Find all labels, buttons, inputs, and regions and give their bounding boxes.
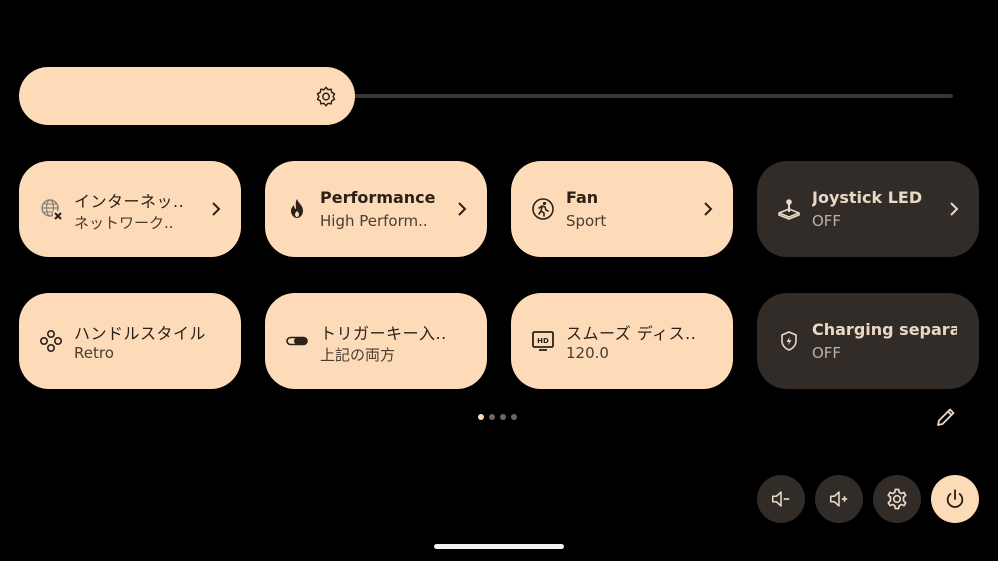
tile-label: トリガーキー入.. — [320, 324, 447, 343]
power-icon — [946, 489, 964, 508]
hd-display-icon: HD — [531, 329, 555, 353]
tile-handle-style[interactable]: ハンドルスタイル Retro — [19, 293, 241, 389]
trigger-key-icon — [285, 329, 309, 353]
tile-label: インターネッ.. — [74, 192, 185, 211]
tile-performance[interactable]: Performance High Perform.. — [265, 161, 487, 257]
tile-smooth-display[interactable]: HD スムーズ ディス.. 120.0 — [511, 293, 733, 389]
fan-running-icon — [531, 197, 555, 221]
page-dot — [478, 414, 484, 420]
globe-off-icon — [39, 197, 63, 221]
battery-shield-icon — [777, 329, 801, 353]
brightness-slider[interactable] — [19, 67, 953, 125]
tile-internet[interactable]: インターネッ.. ネットワーク.. — [19, 161, 241, 257]
tile-joystick-led[interactable]: Joystick LED OFF — [757, 161, 979, 257]
tile-trigger-key[interactable]: トリガーキー入.. 上記の両方 — [265, 293, 487, 389]
volume-down-button[interactable] — [757, 475, 805, 523]
tile-label: スムーズ ディス.. — [566, 324, 697, 343]
tile-sublabel: ネットワーク.. — [74, 214, 174, 232]
gear-icon — [887, 488, 907, 510]
tile-sublabel: High Perform.. — [320, 212, 428, 230]
chevron-right-icon — [950, 202, 959, 216]
brightness-fill[interactable] — [19, 67, 355, 125]
flame-icon — [285, 197, 309, 221]
pencil-icon[interactable] — [934, 405, 958, 429]
brightness-track[interactable] — [339, 94, 953, 98]
tile-sublabel: 120.0 — [566, 344, 609, 362]
chevron-right-icon — [212, 202, 221, 216]
svg-text:HD: HD — [537, 337, 549, 345]
tile-sublabel: 上記の両方 — [320, 346, 396, 364]
tile-sublabel: OFF — [812, 344, 842, 362]
volume-up-icon — [829, 491, 848, 507]
joystick-icon — [777, 197, 801, 221]
chevron-right-icon — [704, 202, 713, 216]
brightness-icon — [316, 86, 336, 107]
tile-label: Performance — [320, 188, 436, 207]
page-dot — [500, 414, 506, 420]
tile-label: Joystick LED — [812, 188, 923, 207]
page-indicator — [478, 414, 517, 420]
settings-button[interactable] — [873, 475, 921, 523]
tile-label: ハンドルスタイル — [74, 324, 207, 343]
tile-fan[interactable]: Fan Sport — [511, 161, 733, 257]
tile-label: Fan — [566, 188, 599, 207]
power-button[interactable] — [931, 475, 979, 523]
navigation-handle[interactable] — [434, 544, 564, 549]
tile-label: Charging separat.. — [812, 320, 957, 339]
tile-sublabel: OFF — [812, 212, 842, 230]
volume-down-icon — [771, 491, 790, 507]
volume-up-button[interactable] — [815, 475, 863, 523]
gamepad-buttons-icon — [39, 329, 63, 353]
tile-sublabel: Sport — [566, 212, 607, 230]
quick-settings-panel: インターネッ.. ネットワーク.. Performance High Perfo… — [0, 0, 998, 561]
page-dot — [489, 414, 495, 420]
tile-charging-separation[interactable]: Charging separat.. OFF — [757, 293, 979, 389]
chevron-right-icon — [458, 202, 467, 216]
tile-sublabel: Retro — [74, 344, 114, 362]
page-dot — [511, 414, 517, 420]
